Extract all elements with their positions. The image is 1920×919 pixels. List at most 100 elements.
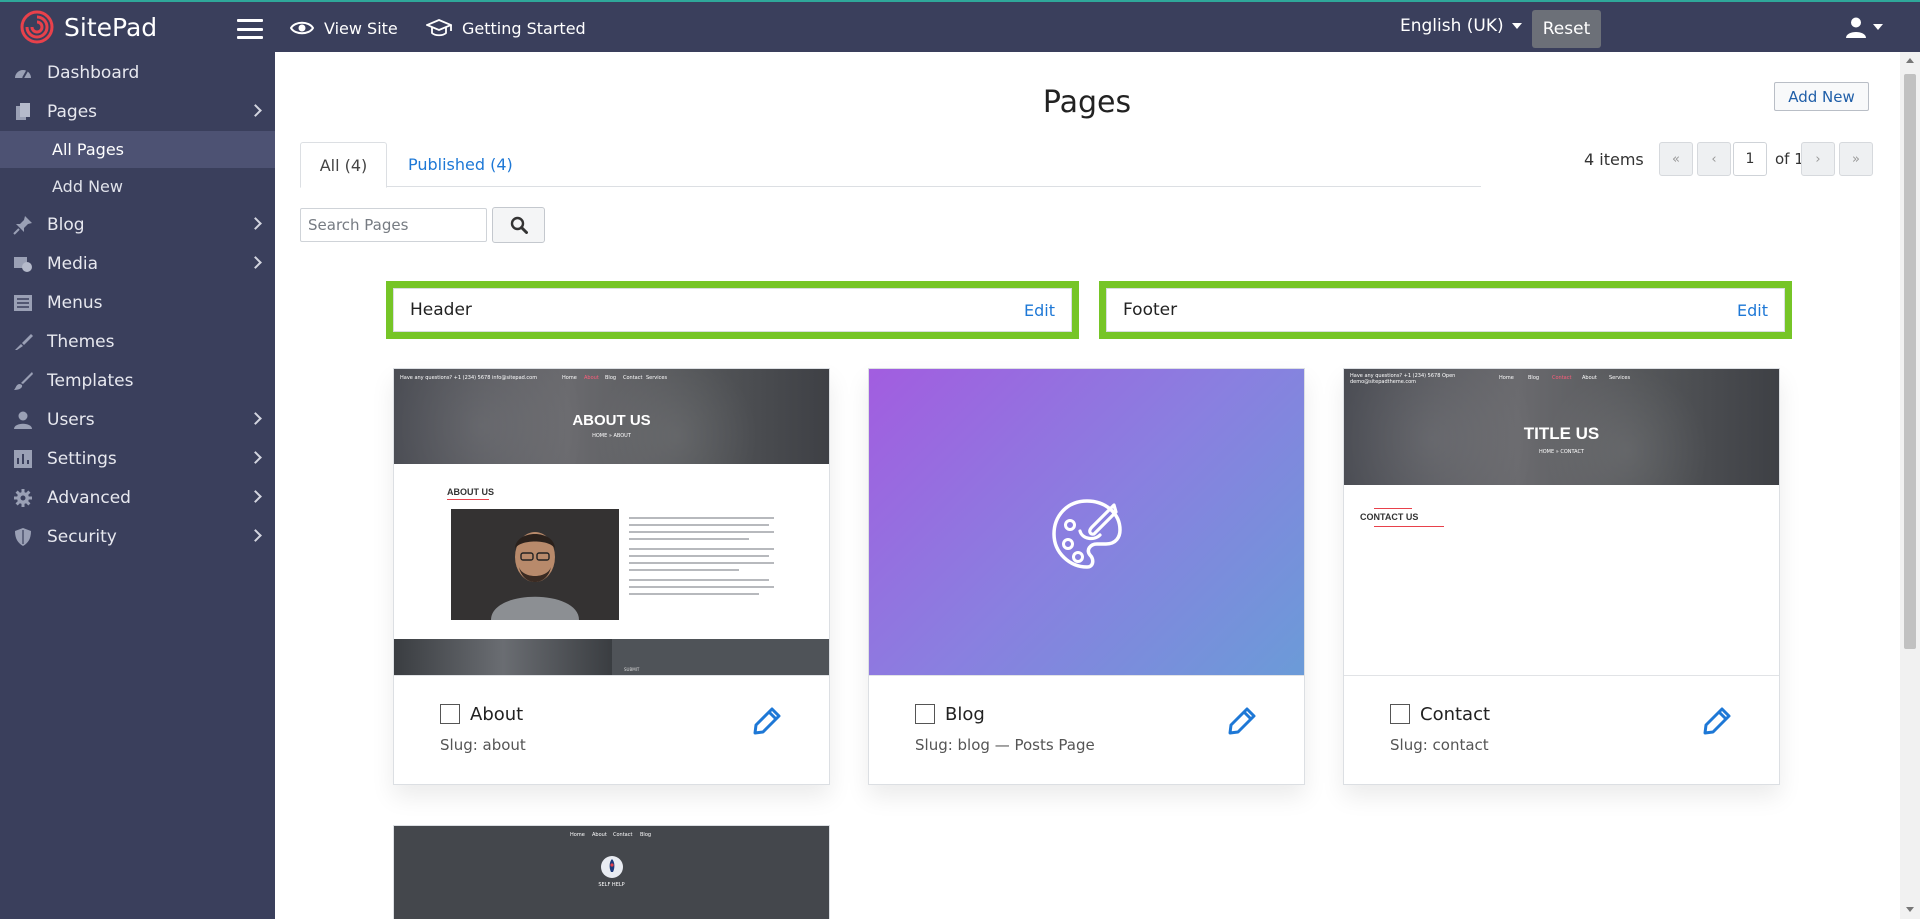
page-thumbnail-blog[interactable] [869, 369, 1304, 675]
thumb-crumb: HOME » CONTACT [1538, 449, 1585, 455]
thumb-section-heading: CONTACT US [1360, 512, 1419, 522]
sidebar-item-templates[interactable]: Templates [0, 361, 275, 400]
card-footer: About Slug: about [394, 675, 829, 785]
getting-started-link[interactable]: Getting Started [426, 14, 586, 42]
brush-icon [15, 334, 33, 350]
tab-all[interactable]: All (4) [300, 142, 387, 188]
sidebar-item-menus[interactable]: Menus [0, 283, 275, 322]
page-thumbnail-fourth[interactable]: Home About Contact Blog SELF HELP [394, 826, 829, 919]
thumb-nav-item: Contact [623, 375, 643, 381]
sidebar-item-users[interactable]: Users [0, 400, 275, 439]
pages-icon [16, 103, 30, 120]
thumb-footer-band: SUBMIT [394, 639, 829, 675]
page-total: of 1 [1775, 150, 1804, 168]
first-page-button[interactable]: « [1659, 142, 1693, 176]
rocket-logo-icon [601, 856, 623, 878]
chevron-right-icon [249, 217, 262, 230]
sitepad-logo-icon [20, 10, 54, 44]
getting-started-label: Getting Started [462, 18, 586, 38]
thumb-heading-underline [447, 499, 489, 500]
last-page-button[interactable]: » [1839, 142, 1873, 176]
chevron-right-icon [249, 104, 262, 117]
card-footer: Blog Slug: blog — Posts Page [869, 675, 1304, 785]
sidebar-item-label: Dashboard [47, 62, 140, 83]
thumb-nav-item: Contact [613, 832, 633, 838]
menu-toggle-icon[interactable] [237, 19, 263, 39]
sidebar-item-label: Blog [47, 214, 85, 235]
thumb-nav-item: Services [1609, 375, 1631, 381]
person-photo [451, 509, 619, 620]
scrollbar-thumb[interactable] [1904, 74, 1916, 649]
page-card-fourth: Home About Contact Blog SELF HELP [393, 825, 830, 919]
footer-edit-link[interactable]: Edit [1737, 301, 1768, 320]
thumb-caption: SELF HELP [598, 882, 625, 888]
thumb-nav-item: Blog [605, 375, 617, 381]
page-card-contact: Have any questions? +1 (234) 5678 Open d… [1343, 368, 1780, 785]
pencil-icon[interactable] [1702, 706, 1732, 736]
select-checkbox[interactable] [1390, 704, 1410, 724]
sidebar-item-label: Media [47, 253, 99, 274]
sidebar-item-settings[interactable]: Settings [0, 439, 275, 478]
chevron-right-icon [249, 451, 262, 464]
thumb-nav-item: About [584, 375, 599, 381]
sidebar-item-themes[interactable]: Themes [0, 322, 275, 361]
thumb-nav-item: Blog [640, 832, 652, 838]
user-menu[interactable] [1845, 16, 1883, 38]
filter-tabs: All (4) Published (4) [300, 142, 1481, 188]
page-scrollbar[interactable] [1900, 52, 1920, 919]
card-name: About [470, 704, 524, 725]
select-checkbox[interactable] [440, 704, 460, 724]
sidebar-item-advanced[interactable]: Advanced [0, 478, 275, 517]
select-checkbox[interactable] [915, 704, 935, 724]
graduation-cap-icon [426, 19, 452, 37]
pencil-icon[interactable] [752, 706, 782, 736]
pencil-icon[interactable] [1227, 706, 1257, 736]
card-name: Contact [1420, 704, 1491, 725]
user-avatar-icon [1846, 17, 1866, 38]
thumb-top-info-2: demo@sitepadtheme.com [1350, 379, 1417, 385]
tab-published[interactable]: Published (4) [408, 142, 513, 187]
thumb-nav-item: About [1582, 375, 1597, 381]
prev-page-button[interactable]: ‹ [1697, 142, 1731, 176]
thumb-nav-item: Blog [1528, 375, 1540, 381]
sidebar-item-label: Menus [47, 292, 103, 313]
page-card-blog: Blog Slug: blog — Posts Page [868, 368, 1305, 785]
chevron-right-icon [249, 256, 262, 269]
thumb-nav-item: Home [570, 832, 585, 838]
reset-button[interactable]: Reset [1532, 10, 1601, 48]
scroll-down-icon[interactable] [1906, 907, 1914, 912]
next-page-button[interactable]: › [1801, 142, 1835, 176]
view-site-link[interactable]: View Site [290, 14, 398, 42]
page-thumbnail-contact[interactable]: Have any questions? +1 (234) 5678 Open d… [1344, 369, 1779, 675]
brand-name: SitePad [64, 12, 158, 42]
card-slug: Slug: about [440, 736, 526, 754]
sidebar-item-label: Advanced [47, 487, 131, 508]
header-box: Header Edit [386, 281, 1079, 339]
sidebar-item-blog[interactable]: Blog [0, 205, 275, 244]
footer-title: Footer [1123, 300, 1178, 320]
sidebar-item-label: Themes [47, 331, 115, 352]
sidebar-item-dashboard[interactable]: Dashboard [0, 53, 275, 92]
thumb-footer-text: SUBMIT [624, 667, 640, 672]
page-card-about: Have any questions? +1 (234) 5678 info@s… [393, 368, 830, 785]
header-edit-link[interactable]: Edit [1024, 301, 1055, 320]
page-thumbnail-about[interactable]: Have any questions? +1 (234) 5678 info@s… [394, 369, 829, 675]
search-button[interactable] [492, 207, 545, 243]
sidebar-item-pages[interactable]: Pages [0, 92, 275, 131]
search-input[interactable] [300, 208, 487, 242]
sidebar-subitem-add-new[interactable]: Add New [0, 168, 275, 205]
sidebar-item-security[interactable]: Security [0, 517, 275, 556]
add-new-button[interactable]: Add New [1774, 82, 1869, 111]
sidebar-item-media[interactable]: Media [0, 244, 275, 283]
shield-icon [15, 528, 31, 546]
sidebar-subitem-all-pages[interactable]: All Pages [0, 131, 275, 168]
current-page-input[interactable] [1733, 142, 1767, 176]
view-site-label: View Site [324, 18, 398, 38]
dashboard-icon [15, 70, 31, 79]
brand[interactable]: SitePad [20, 8, 157, 46]
scroll-up-icon[interactable] [1906, 58, 1914, 63]
thumb-nav-item: Home [562, 375, 577, 381]
gear-icon [14, 489, 32, 507]
language-selector[interactable]: English (UK) [1400, 16, 1522, 36]
media-icon [14, 257, 32, 272]
